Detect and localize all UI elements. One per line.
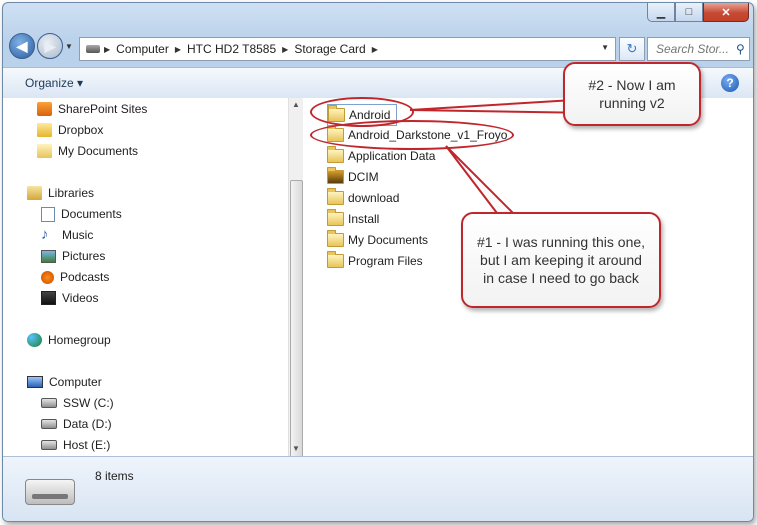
navigation-pane: SharePoint Sites Dropbox My Documents Li… <box>3 98 288 456</box>
search-icon[interactable]: ⚲ <box>736 42 745 56</box>
item-count: 8 items <box>95 469 134 483</box>
my-documents-icon <box>37 144 52 158</box>
sidebar-item-podcasts[interactable]: Podcasts <box>41 267 109 287</box>
sidebar-item-drive-e[interactable]: Host (E:) <box>41 435 110 455</box>
chevron-right-icon[interactable]: ▶ <box>372 45 378 54</box>
sidebar-item-computer[interactable]: Computer <box>27 372 102 392</box>
sidebar-item-label: Pictures <box>62 249 106 263</box>
scroll-thumb[interactable] <box>290 180 303 468</box>
file-name: Program Files <box>348 254 423 268</box>
back-arrow-icon: ◀ <box>16 37 28 54</box>
address-bar[interactable]: ▶ Computer ▶ HTC HD2 T8585 ▶ Storage Car… <box>79 37 616 61</box>
sidebar-item-music[interactable]: ♪ Music <box>41 225 93 245</box>
sidebar-item-label: Music <box>62 228 94 242</box>
computer-icon <box>27 376 43 388</box>
camera-folder-icon <box>327 167 344 184</box>
breadcrumb-device[interactable]: HTC HD2 T8585 <box>187 42 276 56</box>
sidebar-item-label: SharePoint Sites <box>58 102 148 116</box>
search-input[interactable] <box>654 41 736 57</box>
sidebar-item-label: Homegroup <box>48 333 111 347</box>
file-name: My Documents <box>348 233 429 247</box>
sidebar-item-label: SSW (C:) <box>63 396 114 410</box>
music-note-icon: ♪ <box>41 226 49 243</box>
sidebar-item-label: Data (D:) <box>63 417 112 431</box>
sidebar-item-homegroup[interactable]: Homegroup <box>27 330 111 350</box>
sidebar-item-my-documents[interactable]: My Documents <box>37 141 138 161</box>
callout-1: #1 - I was running this one, but I am ke… <box>461 212 661 308</box>
back-button[interactable]: ◀ <box>9 33 35 59</box>
folder-icon <box>327 251 344 268</box>
sidebar-item-label: Host (E:) <box>63 438 111 452</box>
help-icon[interactable]: ? <box>721 74 739 92</box>
sidebar-item-drive-d[interactable]: Data (D:) <box>41 414 112 434</box>
folder-icon <box>327 188 344 205</box>
forward-arrow-icon: ▶ <box>44 37 56 54</box>
sidebar-item-drive-c[interactable]: SSW (C:) <box>41 393 114 413</box>
sidebar-item-label: Videos <box>62 291 99 305</box>
sidebar-item-documents[interactable]: Documents <box>41 204 122 224</box>
file-name: download <box>348 191 400 205</box>
list-item[interactable]: Install <box>327 209 379 229</box>
refresh-button[interactable]: ↻ <box>619 37 645 61</box>
drive-icon <box>41 440 57 450</box>
minimize-button[interactable]: ▁ <box>647 3 675 22</box>
sidebar-item-pictures[interactable]: Pictures <box>41 246 105 266</box>
list-item[interactable]: Program Files <box>327 251 423 271</box>
organize-button[interactable]: Organize ▾ <box>25 76 83 90</box>
removable-drive-icon <box>25 479 75 505</box>
sidebar-item-sharepoint[interactable]: SharePoint Sites <box>37 99 147 119</box>
sidebar-item-label: Podcasts <box>60 270 110 284</box>
recent-pages-dropdown[interactable]: ▼ <box>65 42 73 51</box>
address-dropdown[interactable]: ▼ <box>601 43 609 52</box>
folder-icon <box>327 230 344 247</box>
list-item[interactable]: My Documents <box>327 230 428 250</box>
refresh-icon: ↻ <box>626 41 638 56</box>
file-name: DCIM <box>348 170 379 184</box>
device-icon <box>86 45 100 53</box>
scroll-up-icon[interactable]: ▲ <box>289 98 303 112</box>
sidebar-item-label: Documents <box>61 207 122 221</box>
document-icon <box>41 206 55 222</box>
homegroup-icon <box>27 333 42 347</box>
close-button[interactable]: ✕ <box>703 3 749 22</box>
details-pane: 8 items <box>3 456 753 521</box>
drive-icon <box>41 398 57 408</box>
sharepoint-icon <box>37 102 52 116</box>
callout-2: #2 - Now I am running v2 <box>563 62 701 126</box>
video-icon <box>41 291 56 305</box>
scroll-down-icon[interactable]: ▼ <box>289 442 303 456</box>
sidebar-item-label: Libraries <box>48 186 95 200</box>
nav-scrollbar[interactable]: ▲ ▼ <box>288 98 303 468</box>
sidebar-item-dropbox[interactable]: Dropbox <box>37 120 103 140</box>
podcast-icon <box>41 270 54 284</box>
search-box[interactable]: ⚲ <box>647 37 750 61</box>
dropbox-icon <box>37 123 52 137</box>
nav-buttons: ◀ ▶ ▼ <box>9 33 73 59</box>
window-controls: ▁ □ ✕ <box>647 3 749 22</box>
chevron-right-icon[interactable]: ▶ <box>282 45 288 54</box>
maximize-button[interactable]: □ <box>675 3 703 22</box>
sidebar-item-label: My Documents <box>58 144 139 158</box>
sidebar-item-label: Computer <box>49 375 102 389</box>
folder-icon <box>327 146 344 163</box>
file-name: Install <box>348 212 380 226</box>
list-item[interactable]: download <box>327 188 399 208</box>
drive-icon <box>41 419 57 429</box>
sidebar-item-label: Dropbox <box>58 123 104 137</box>
chevron-right-icon[interactable]: ▶ <box>175 45 181 54</box>
list-item[interactable]: DCIM <box>327 167 379 187</box>
chevron-right-icon[interactable]: ▶ <box>104 45 110 54</box>
sidebar-item-videos[interactable]: Videos <box>41 288 98 308</box>
picture-icon <box>41 249 56 263</box>
libraries-icon <box>27 186 42 200</box>
folder-icon <box>327 209 344 226</box>
file-name: Application Data <box>348 149 436 163</box>
forward-button[interactable]: ▶ <box>37 33 63 59</box>
title-bar: ▁ □ ✕ <box>3 3 753 33</box>
sidebar-item-libraries[interactable]: Libraries <box>27 183 94 203</box>
breadcrumb-storage-card[interactable]: Storage Card <box>294 42 365 56</box>
breadcrumb-computer[interactable]: Computer <box>116 42 169 56</box>
darkstone-highlight <box>310 120 514 150</box>
